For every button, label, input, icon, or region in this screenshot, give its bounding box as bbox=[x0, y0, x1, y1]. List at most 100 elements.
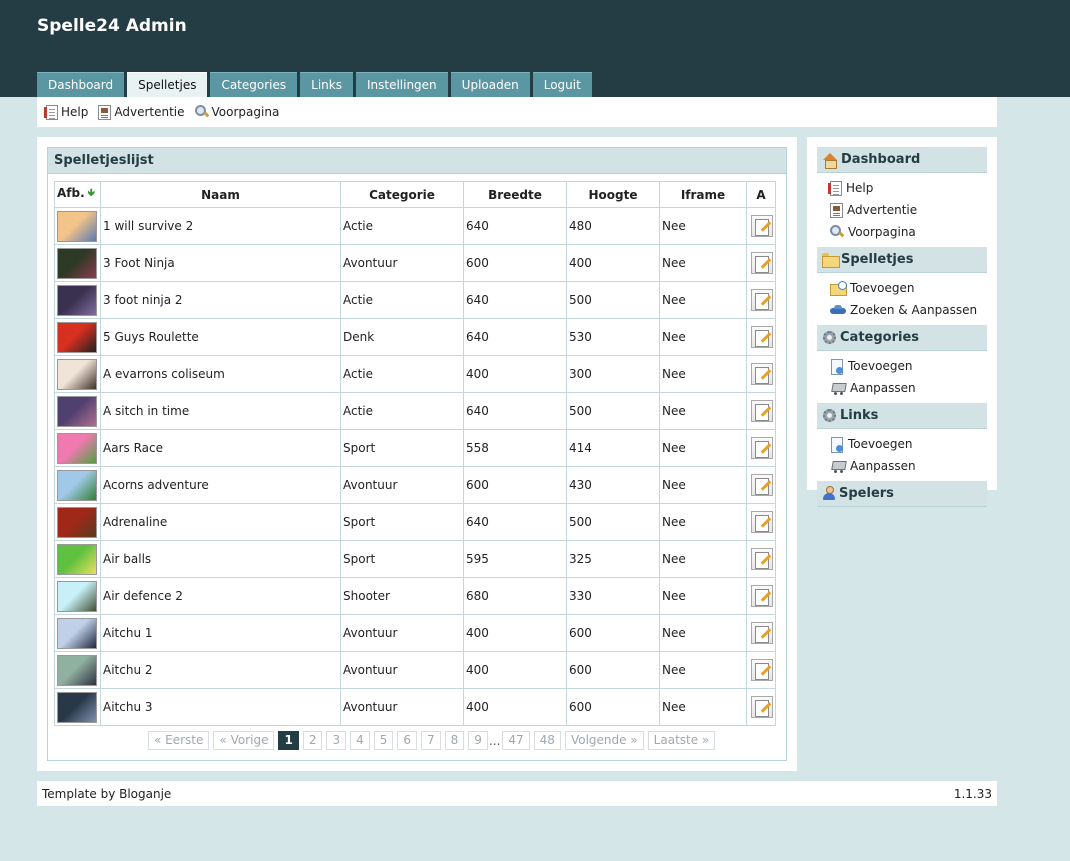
sidebar-item-help[interactable]: Help bbox=[817, 177, 987, 199]
edit-icon[interactable] bbox=[751, 363, 773, 385]
game-thumbnail bbox=[57, 543, 97, 575]
sidebar-item-zoeken-aanpassen[interactable]: Zoeken & Aanpassen bbox=[817, 299, 987, 321]
sidebar-item-aanpassen[interactable]: Aanpassen bbox=[817, 455, 987, 477]
pagination-page[interactable]: 8 bbox=[444, 731, 465, 750]
game-name: Aitchu 2 bbox=[100, 651, 341, 689]
sidebar-heading-categories[interactable]: Categories bbox=[817, 325, 987, 351]
edit-icon[interactable] bbox=[751, 215, 773, 237]
pagination-page[interactable]: 2 bbox=[302, 731, 323, 750]
sidebar-heading-spelletjes[interactable]: Spelletjes bbox=[817, 247, 987, 273]
edit-icon[interactable] bbox=[751, 474, 773, 496]
game-width: 640 bbox=[463, 503, 567, 541]
table-header-row: Afb. 🡻 Naam Categorie Breedte Hoogte Ifra… bbox=[54, 181, 776, 208]
game-iframe: Nee bbox=[659, 651, 747, 689]
action-cell bbox=[746, 207, 776, 245]
search-icon bbox=[830, 225, 844, 239]
subnav-help[interactable]: Help bbox=[44, 104, 88, 120]
edit-icon[interactable] bbox=[751, 289, 773, 311]
sidebar-item-toevoegen[interactable]: Toevoegen bbox=[817, 433, 987, 455]
sidebar-item-aanpassen[interactable]: Aanpassen bbox=[817, 377, 987, 399]
game-iframe: Nee bbox=[659, 503, 747, 541]
column-header-naam[interactable]: Naam bbox=[100, 181, 341, 208]
game-height: 500 bbox=[566, 281, 660, 319]
sidebar-heading-links[interactable]: Links bbox=[817, 403, 987, 429]
game-height: 414 bbox=[566, 429, 660, 467]
sidebar-item-advertentie[interactable]: Advertentie bbox=[817, 199, 987, 221]
main-panel: Spelletjeslijst Afb. 🡻 Naam Categorie Bre… bbox=[37, 137, 797, 771]
subnav-voorpagina[interactable]: Voorpagina bbox=[194, 105, 279, 119]
column-header-afb[interactable]: Afb. 🡻 bbox=[54, 181, 101, 208]
footer-version: 1.1.33 bbox=[953, 786, 992, 801]
game-name: Aitchu 1 bbox=[100, 614, 341, 652]
pagination-prev[interactable]: « Vorige bbox=[213, 731, 275, 750]
game-thumbnail bbox=[57, 210, 97, 242]
tab-links[interactable]: Links bbox=[300, 72, 353, 97]
pagination-page[interactable]: 47 bbox=[502, 731, 530, 750]
edit-icon[interactable] bbox=[751, 252, 773, 274]
sidebar-item-toevoegen[interactable]: Toevoegen bbox=[817, 277, 987, 299]
edit-icon[interactable] bbox=[751, 400, 773, 422]
column-header-hoogte[interactable]: Hoogte bbox=[566, 181, 660, 208]
sidebar-heading-label: Categories bbox=[840, 329, 920, 345]
edit-icon[interactable] bbox=[751, 511, 773, 533]
pagination-last[interactable]: Laatste » bbox=[647, 731, 716, 750]
table-row: Air balls Sport 595 325 Nee bbox=[54, 540, 776, 578]
subnav-advertentie[interactable]: Advertentie bbox=[98, 104, 185, 120]
edit-icon[interactable] bbox=[751, 437, 773, 459]
edit-icon[interactable] bbox=[751, 622, 773, 644]
pagination-page[interactable]: 4 bbox=[350, 731, 370, 750]
column-header-iframe[interactable]: Iframe bbox=[659, 181, 747, 208]
tab-uploaden[interactable]: Uploaden bbox=[450, 72, 530, 97]
pagination-page[interactable]: 48 bbox=[533, 731, 561, 750]
game-category: Sport bbox=[340, 503, 464, 541]
action-cell bbox=[746, 540, 776, 578]
game-name: Aars Race bbox=[100, 429, 341, 467]
game-thumbnail bbox=[57, 469, 97, 501]
column-header-breedte[interactable]: Breedte bbox=[463, 181, 567, 208]
table-row: Aitchu 3 Avontuur 400 600 Nee bbox=[54, 688, 776, 726]
column-header-afb-label: Afb. bbox=[57, 186, 85, 200]
tab-loguit[interactable]: Loguit bbox=[532, 72, 592, 97]
edit-icon[interactable] bbox=[751, 548, 773, 570]
pagination-page[interactable]: 7 bbox=[421, 731, 441, 750]
pagination-page[interactable]: 9 bbox=[468, 731, 488, 750]
game-width: 400 bbox=[463, 651, 567, 689]
pagination: « Eerste « Vorige 1 2 3 4 5 6 7 8 9... 47 48 Volgende… bbox=[148, 731, 719, 750]
table-row: A evarrons coliseum Actie 400 300 Nee bbox=[54, 355, 776, 393]
pagination-next[interactable]: Volgende » bbox=[564, 731, 644, 750]
game-iframe: Nee bbox=[659, 688, 747, 726]
sidebar-group-dashboard: Dashboard Help Advertentie Voorpagina bbox=[817, 147, 987, 243]
pagination-page[interactable]: 5 bbox=[373, 731, 394, 750]
list-title: Spelletjeslijst bbox=[48, 148, 786, 174]
help-icon bbox=[44, 104, 58, 120]
column-header-categorie[interactable]: Categorie bbox=[340, 181, 464, 208]
game-width: 400 bbox=[463, 688, 567, 726]
thumbnail-cell bbox=[54, 688, 101, 726]
sidebar-item-voorpagina[interactable]: Voorpagina bbox=[817, 221, 987, 243]
tab-spelletjes[interactable]: Spelletjes bbox=[127, 72, 208, 97]
sidebar: Dashboard Help Advertentie Voorpagina Spelle… bbox=[807, 137, 997, 507]
tab-dashboard[interactable]: Dashboard bbox=[37, 72, 125, 97]
sidebar-item-toevoegen[interactable]: Toevoegen bbox=[817, 355, 987, 377]
cart-icon bbox=[830, 381, 846, 395]
sidebar-heading-dashboard[interactable]: Dashboard bbox=[817, 147, 987, 173]
edit-icon[interactable] bbox=[751, 585, 773, 607]
sidebar-heading-label: Spelers bbox=[839, 485, 894, 501]
sidebar-group-categories: Categories Toevoegen Aanpassen bbox=[817, 325, 987, 399]
edit-icon[interactable] bbox=[751, 326, 773, 348]
game-thumbnail bbox=[57, 506, 97, 538]
game-width: 640 bbox=[463, 318, 567, 356]
sort-arrow-down-icon[interactable]: 🡻 bbox=[88, 188, 95, 199]
sidebar-heading-spelers[interactable]: Spelers bbox=[817, 481, 987, 507]
main-tabs: Dashboard Spelletjes Categories Links Instel… bbox=[37, 72, 595, 97]
game-thumbnail bbox=[57, 321, 97, 353]
game-height: 480 bbox=[566, 207, 660, 245]
tab-instellingen[interactable]: Instellingen bbox=[355, 72, 448, 97]
tab-categories[interactable]: Categories bbox=[210, 72, 298, 97]
edit-icon[interactable] bbox=[751, 696, 773, 718]
pagination-first[interactable]: « Eerste bbox=[148, 731, 210, 750]
pagination-page[interactable]: 3 bbox=[326, 731, 347, 750]
pagination-page[interactable]: 6 bbox=[397, 731, 418, 750]
pagination-page[interactable]: 1 bbox=[278, 731, 299, 750]
edit-icon[interactable] bbox=[751, 659, 773, 681]
